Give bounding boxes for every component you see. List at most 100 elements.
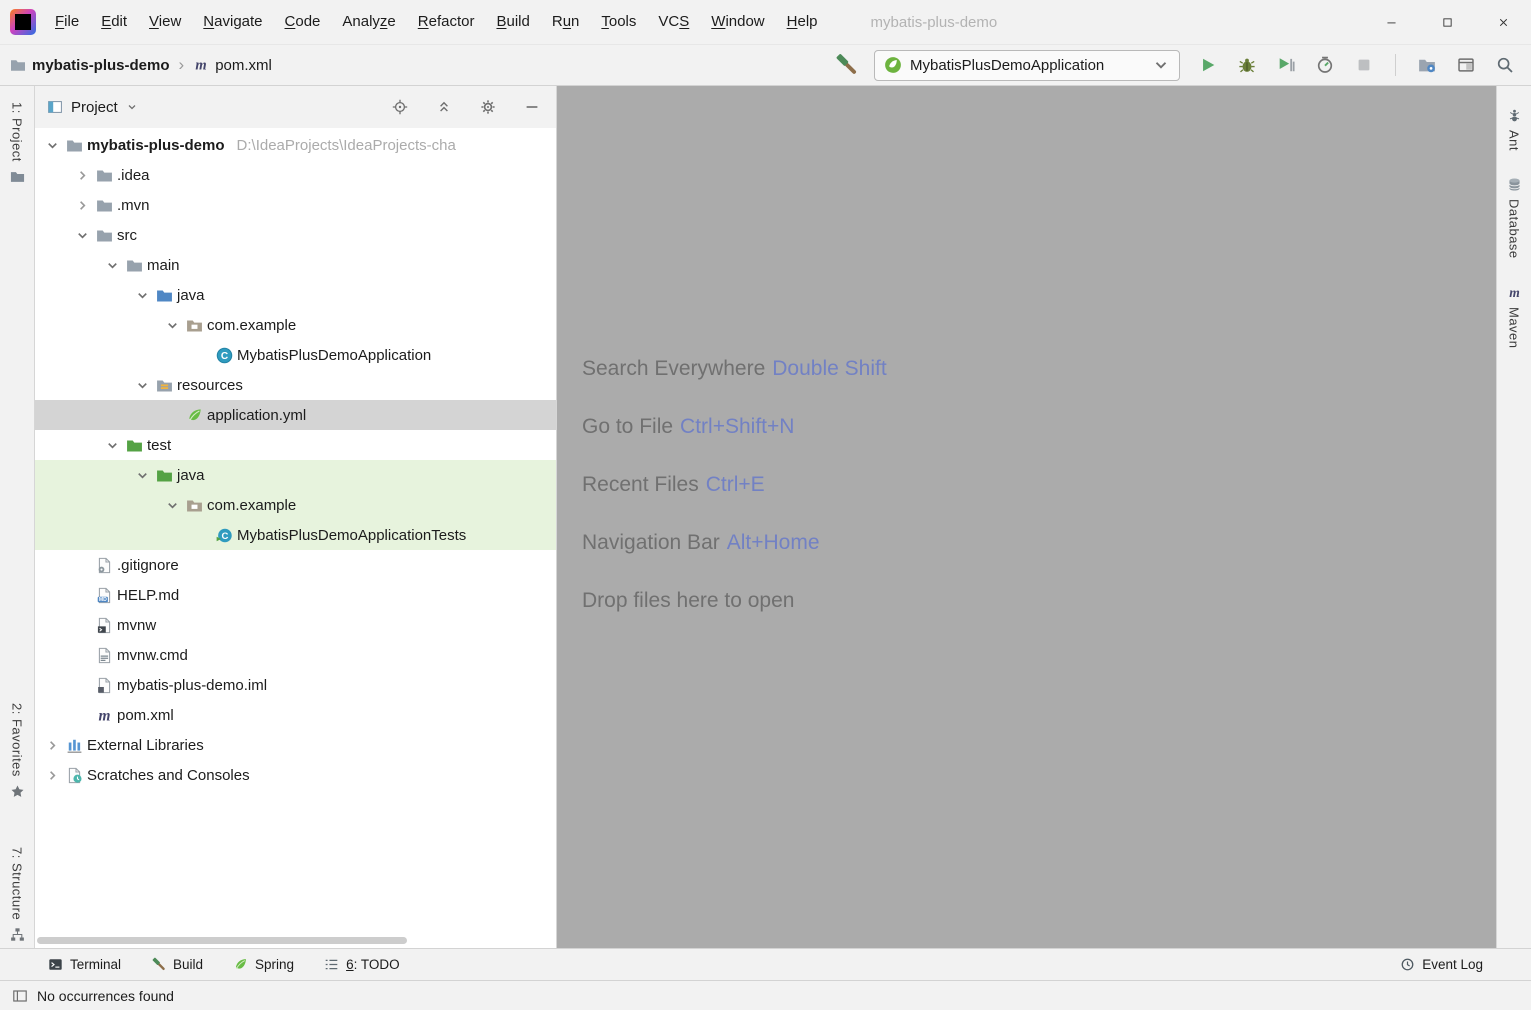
menu-window[interactable]: Window (700, 0, 775, 44)
project-folder-icon (66, 137, 83, 154)
chevron-down-icon[interactable] (103, 258, 122, 273)
chevron-down-icon[interactable] (133, 378, 152, 393)
project-view-selector[interactable]: Project (71, 99, 118, 116)
menu-view[interactable]: View (138, 0, 192, 44)
statusbar-toggle-button[interactable] (12, 988, 28, 1004)
tree-item-com-example[interactable]: com.example (35, 310, 556, 340)
minimize-button[interactable] (1363, 0, 1419, 44)
editor-hint: Search EverywhereDouble Shift (582, 352, 1496, 385)
tree-item-resources[interactable]: resources (35, 370, 556, 400)
tree-item-idea[interactable]: .idea (35, 160, 556, 190)
hide-button[interactable] (520, 95, 544, 119)
menu-refactor[interactable]: Refactor (407, 0, 486, 44)
external-libraries-icon (66, 737, 83, 754)
stop-button[interactable] (1352, 53, 1376, 77)
tree-item-mvnw[interactable]: mvnw (35, 610, 556, 640)
tree-item-help-md[interactable]: MDHELP.md (35, 580, 556, 610)
tree-item-main[interactable]: main (35, 250, 556, 280)
tree-item-test[interactable]: test (35, 430, 556, 460)
chevron-down-icon[interactable] (133, 288, 152, 303)
stripe-2-favorites[interactable]: 2: Favorites (10, 703, 25, 799)
project-panel-header: Project (35, 86, 556, 128)
chevron-down-icon[interactable] (103, 438, 122, 453)
tree-item-mybatisplusdemoapplication[interactable]: CMybatisPlusDemoApplication (35, 340, 556, 370)
breadcrumb-mybatis-plus-demo[interactable]: mybatis-plus-demo (10, 57, 170, 74)
toolwindow-spring[interactable]: Spring (233, 957, 294, 972)
bottom-right-toolwindows: Event Log (1400, 957, 1517, 972)
menu-vcs[interactable]: VCS (647, 0, 700, 44)
chevron-down-icon[interactable] (163, 318, 182, 333)
editor-window-button[interactable] (1454, 53, 1478, 77)
menu-file[interactable]: File (44, 0, 90, 44)
svg-text:m: m (99, 707, 111, 724)
build-project-button[interactable] (834, 53, 858, 77)
menu-help[interactable]: Help (776, 0, 829, 44)
gitignore-file-icon (96, 557, 113, 574)
project-structure-button[interactable] (1415, 53, 1439, 77)
toolwindow-6-todo[interactable]: 6: TODO (324, 957, 400, 972)
editor-area[interactable]: Search EverywhereDouble ShiftGo to FileC… (557, 86, 1496, 948)
chevron-right-icon[interactable] (43, 738, 62, 753)
svg-text:m: m (196, 58, 207, 73)
horizontal-scrollbar[interactable] (37, 937, 407, 944)
debug-button[interactable] (1235, 53, 1259, 77)
chevron-right-icon[interactable] (73, 198, 92, 213)
stripe-7-structure[interactable]: 7: Structure (10, 847, 25, 942)
window-title: mybatis-plus-demo (829, 14, 1363, 31)
tree-item-java[interactable]: java (35, 280, 556, 310)
profiler-button[interactable] (1313, 53, 1337, 77)
tree-item-application-yml[interactable]: application.yml (35, 400, 556, 430)
bottom-tool-stripe: Terminal Build Spring 6: TODO Event Log (0, 948, 1531, 980)
menu-build[interactable]: Build (485, 0, 540, 44)
scratches-icon (66, 767, 83, 784)
project-tree: mybatis-plus-demoD:\IdeaProjects\IdeaPro… (35, 128, 556, 948)
menu-navigate[interactable]: Navigate (192, 0, 273, 44)
settings-button[interactable] (476, 95, 500, 119)
tree-item-scratches-and-consoles[interactable]: Scratches and Consoles (35, 760, 556, 790)
menu-analyze[interactable]: Analyze (331, 0, 406, 44)
tree-item-mvn[interactable]: .mvn (35, 190, 556, 220)
tree-item-src[interactable]: src (35, 220, 556, 250)
toolwindow-terminal[interactable]: Terminal (48, 957, 121, 972)
run-button[interactable] (1196, 53, 1220, 77)
tree-item-mybatis-plus-demo[interactable]: mybatis-plus-demoD:\IdeaProjects\IdeaPro… (35, 130, 556, 160)
breadcrumb-pom-xml[interactable]: mpom.xml (193, 57, 272, 74)
menu-run[interactable]: Run (541, 0, 591, 44)
tree-item-pom-xml[interactable]: mpom.xml (35, 700, 556, 730)
chevron-down-icon[interactable] (73, 228, 92, 243)
project-tab-icon (47, 99, 63, 115)
stripe-1-project[interactable]: 1: Project (10, 102, 25, 184)
stripe-ant[interactable]: Ant (1507, 108, 1522, 151)
tree-item-external-libraries[interactable]: External Libraries (35, 730, 556, 760)
main-area: 1: Project 2: Favorites 7: Structure Proje… (0, 86, 1531, 948)
tree-item-mybatis-plus-demo-iml[interactable]: mybatis-plus-demo.iml (35, 670, 556, 700)
maximize-button[interactable] (1419, 0, 1475, 44)
tree-item-com-example[interactable]: com.example (35, 490, 556, 520)
chevron-right-icon[interactable] (73, 168, 92, 183)
locate-button[interactable] (388, 95, 412, 119)
tree-item-mvnw-cmd[interactable]: mvnw.cmd (35, 640, 556, 670)
tree-item-java[interactable]: java (35, 460, 556, 490)
toolwindow-event-log[interactable]: Event Log (1400, 957, 1483, 972)
close-button[interactable] (1475, 0, 1531, 44)
chevron-down-icon[interactable] (43, 138, 62, 153)
menu-code[interactable]: Code (274, 0, 332, 44)
collapse-all-button[interactable] (432, 95, 456, 119)
menu-tools[interactable]: Tools (590, 0, 647, 44)
package-icon (186, 317, 203, 334)
stripe-database[interactable]: Database (1507, 177, 1522, 259)
run-icon (1199, 56, 1217, 74)
chevron-down-icon[interactable] (133, 468, 152, 483)
search-everywhere-button[interactable] (1493, 53, 1517, 77)
menu-edit[interactable]: Edit (90, 0, 138, 44)
tree-item-mybatisplusdemoapplicationtests[interactable]: CMybatisPlusDemoApplicationTests (35, 520, 556, 550)
coverage-button[interactable] (1274, 53, 1298, 77)
toolwindow-build[interactable]: Build (151, 957, 203, 972)
debug-icon (1238, 56, 1256, 74)
chevron-down-icon[interactable] (163, 498, 182, 513)
svg-text:C: C (221, 530, 228, 541)
tree-item-gitignore[interactable]: .gitignore (35, 550, 556, 580)
run-configuration-select[interactable]: MybatisPlusDemoApplication (874, 50, 1180, 81)
stripe-maven[interactable]: mMaven (1507, 285, 1522, 349)
chevron-right-icon[interactable] (43, 768, 62, 783)
